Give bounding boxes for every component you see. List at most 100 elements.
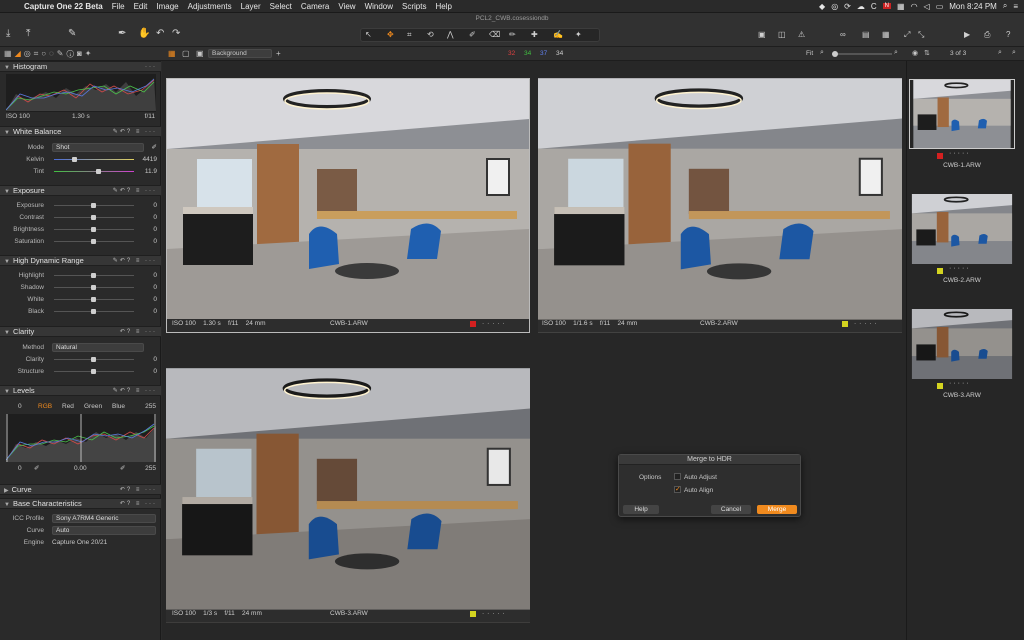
creative-cloud-icon[interactable]: ◎ <box>831 2 838 11</box>
clarity-slider[interactable] <box>54 357 134 362</box>
undo-icon[interactable]: ↶ <box>156 28 164 39</box>
c-icon[interactable]: C <box>871 2 877 11</box>
filmstrip-item-2[interactable]: ····· CWB-2.ARW <box>909 194 1015 284</box>
background-select[interactable]: Background <box>208 49 272 58</box>
menu-layer[interactable]: Layer <box>241 2 261 11</box>
filmstrip-filter-icon[interactable]: ⌕ <box>1012 49 1016 57</box>
exposure-knob[interactable] <box>91 203 96 208</box>
zoom-in-icon[interactable]: ⌕ <box>894 49 898 57</box>
filmstrip-tag-3[interactable] <box>937 383 943 389</box>
more-icon[interactable]: ··· <box>145 62 157 72</box>
levels-bottom-left[interactable]: 0 <box>18 463 22 474</box>
wb-tint-value[interactable]: 11.9 <box>145 166 157 177</box>
grid-view-icon[interactable]: ▦ <box>882 30 890 39</box>
browser-icon[interactable]: ▤ <box>862 30 870 39</box>
rating-dots-2[interactable]: ····· <box>854 319 880 329</box>
color-picker-icon[interactable]: ✦ <box>575 30 582 39</box>
heal-icon[interactable]: ✚ <box>531 30 538 39</box>
pen-icon[interactable]: ✒ <box>118 28 126 39</box>
levels-tab-green[interactable]: Green <box>84 401 102 412</box>
tool-tabs[interactable]: ▦◢◎⌗○◌✎ⓘ◙✦ <box>4 49 95 59</box>
levels-header[interactable]: ▼ Levels ✎↶? ≡ ··· <box>0 385 161 396</box>
highlight-knob[interactable] <box>91 273 96 278</box>
rating-dots-1[interactable]: ····· <box>482 319 508 329</box>
levels-right-value[interactable]: 255 <box>145 401 156 412</box>
kelvin-slider[interactable] <box>54 157 134 162</box>
shadow-slider[interactable] <box>54 285 134 290</box>
filmstrip-item-1[interactable]: ····· CWB-1.ARW <box>909 79 1015 169</box>
filmstrip-rating-3[interactable]: ····· <box>949 380 971 387</box>
levels-black-picker-icon[interactable]: ✐ <box>34 463 39 474</box>
filmstrip-item-3[interactable]: ····· CWB-3.ARW <box>909 309 1015 399</box>
curve-header[interactable]: ▶ Curve ↶? ≡ ··· <box>0 484 161 495</box>
structure-value[interactable]: 0 <box>153 366 157 377</box>
auto-align-label[interactable]: Auto Align <box>684 487 713 494</box>
section-tools-icon[interactable]: ↶? ≡ ··· <box>120 499 157 509</box>
auto-align-checkbox[interactable]: ✓ <box>674 486 681 493</box>
clarity-knob[interactable] <box>91 357 96 362</box>
volume-icon[interactable]: ◁ <box>924 2 930 11</box>
white-value[interactable]: 0 <box>153 294 157 305</box>
eye-icon[interactable]: ◉ <box>912 49 918 57</box>
icc-profile-select[interactable]: Sony A7RM4 Generic <box>52 514 156 523</box>
compare-icon[interactable]: ▣ <box>758 30 766 39</box>
saturation-knob[interactable] <box>91 239 96 244</box>
shadow-knob[interactable] <box>91 285 96 290</box>
levels-tab-red[interactable]: Red <box>62 401 74 412</box>
exposure-slider[interactable] <box>54 203 134 208</box>
export-icon[interactable]: ⤒ <box>26 28 30 39</box>
menu-file[interactable]: File <box>112 2 125 11</box>
filmstrip-rating-1[interactable]: ····· <box>949 150 971 157</box>
pan-tool-icon[interactable]: ✥ <box>387 30 394 39</box>
brush-icon[interactable]: ✎ <box>68 28 76 39</box>
menu-camera[interactable]: Camera <box>301 2 329 11</box>
black-knob[interactable] <box>91 309 96 314</box>
wb-kelvin-value[interactable]: 4419 <box>143 154 157 165</box>
clarity-value[interactable]: 0 <box>153 354 157 365</box>
menu-help[interactable]: Help <box>435 2 451 11</box>
help-icon[interactable]: ? <box>1006 30 1010 39</box>
color-tag-3[interactable] <box>470 611 476 617</box>
tint-knob[interactable] <box>96 169 101 174</box>
black-value[interactable]: 0 <box>153 306 157 317</box>
section-tools-icon[interactable]: ✎↶? ≡ ··· <box>113 186 157 196</box>
zoom-slider[interactable] <box>832 51 892 57</box>
color-tag-2[interactable] <box>842 321 848 327</box>
grid-layout-icon[interactable]: ▦ <box>168 49 176 58</box>
contrast-slider[interactable] <box>54 215 134 220</box>
warning-icon[interactable]: ⚠ <box>798 30 805 39</box>
cloud-icon[interactable]: ☁ <box>857 2 865 11</box>
brightness-slider[interactable] <box>54 227 134 232</box>
control-center-icon[interactable]: ≡ <box>1013 2 1018 11</box>
section-tools-icon[interactable]: ↶? ≡ ··· <box>120 485 157 495</box>
eraser-icon[interactable]: ⌫ <box>489 30 500 39</box>
search-icon[interactable]: ⌕ <box>1003 1 1007 11</box>
play-icon[interactable]: ▶ <box>964 30 970 39</box>
menu-edit[interactable]: Edit <box>134 2 148 11</box>
levels-mid-value[interactable]: 0.00 <box>74 463 87 474</box>
fit-label[interactable]: Fit <box>806 50 813 57</box>
highlight-value[interactable]: 0 <box>153 270 157 281</box>
single-view-icon[interactable]: ▢ <box>182 49 190 58</box>
auto-adjust-checkbox[interactable] <box>674 473 681 480</box>
menu-window[interactable]: Window <box>365 2 393 11</box>
levels-white-picker-icon[interactable]: ✐ <box>120 463 125 474</box>
zoom-knob[interactable] <box>832 51 838 57</box>
battery-icon[interactable]: ▭ <box>936 2 944 11</box>
base-characteristics-header[interactable]: ▼ Base Characteristics ↶? ≡ ··· <box>0 498 161 509</box>
collapse-icon[interactable]: ⤡ <box>918 30 924 40</box>
clarity-method-select[interactable]: Natural <box>52 343 144 352</box>
wb-picker-icon[interactable]: ✐ <box>152 142 157 153</box>
zoom-out-icon[interactable]: ⌕ <box>820 49 824 57</box>
exposure-header[interactable]: ▼ Exposure ✎↶? ≡ ··· <box>0 185 161 196</box>
filmstrip-search-icon[interactable]: ⌕ <box>998 49 1002 57</box>
red-badge-icon[interactable]: N <box>882 3 891 9</box>
redo-icon[interactable]: ↷ <box>172 28 180 39</box>
brightness-knob[interactable] <box>91 227 96 232</box>
levels-graph[interactable] <box>6 414 156 462</box>
menu-view[interactable]: View <box>338 2 355 11</box>
saturation-value[interactable]: 0 <box>153 236 157 247</box>
picker-icon[interactable]: ✐ <box>469 30 476 39</box>
tint-slider[interactable] <box>54 169 134 174</box>
section-tools-icon[interactable]: ✎↶? ≡ ··· <box>113 127 157 137</box>
